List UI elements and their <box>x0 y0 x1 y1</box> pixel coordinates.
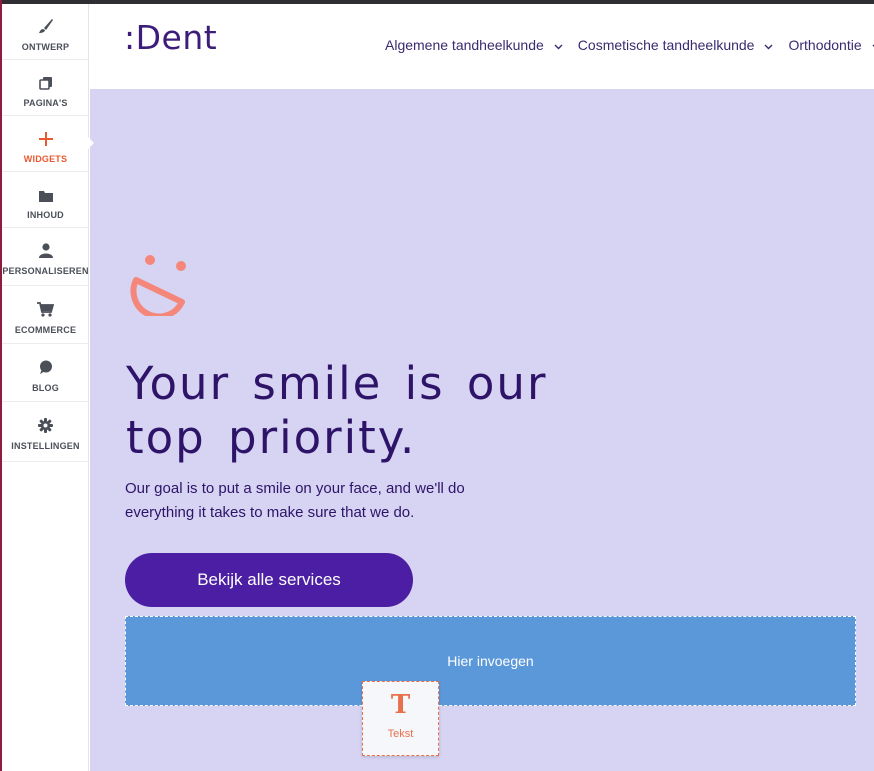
sidebar-item-paginas[interactable]: PAGINA'S <box>2 60 89 116</box>
hero-subtext: Our goal is to put a smile on your face,… <box>125 480 465 521</box>
text-widget-label: Tekst <box>387 728 414 740</box>
editor-sidebar: ONTWERP PAGINA'S WIDGETS INHOUD PERSONAL… <box>2 4 89 771</box>
sidebar-item-ecommerce[interactable]: ECOMMERCE <box>2 286 89 344</box>
sidebar-item-label: PAGINA'S <box>23 98 68 108</box>
sidebar-item-label: INHOUD <box>27 210 64 220</box>
sidebar-item-widgets[interactable]: WIDGETS <box>2 116 89 172</box>
sidebar-item-label: ECOMMERCE <box>14 325 77 335</box>
hero-headline: Your smile is our top priority. <box>126 357 548 464</box>
person-icon <box>38 236 53 258</box>
active-indicator-arrow <box>86 135 94 151</box>
sidebar-item-blog[interactable]: BLOG <box>2 344 89 402</box>
gear-icon <box>38 411 53 433</box>
brush-icon <box>38 12 54 34</box>
view-services-button[interactable]: Bekijk alle services <box>125 553 413 607</box>
chevron-down-icon <box>554 37 563 53</box>
folder-icon <box>38 180 53 202</box>
sidebar-item-label: INSTELLINGEN <box>11 441 80 451</box>
insert-drop-zone[interactable]: Hier invoegen <box>125 616 856 706</box>
chevron-down-icon <box>764 37 773 53</box>
nav-item-label: Algemene tandheelkunde <box>385 37 544 53</box>
sidebar-item-ontwerp[interactable]: ONTWERP <box>2 4 89 60</box>
site-header: :Dent Algemene tandheelkunde Cosmetische… <box>90 4 874 89</box>
chat-bubble-icon <box>38 353 53 375</box>
nav-item-label: Orthodontie <box>788 37 862 53</box>
site-nav: Algemene tandheelkunde Cosmetische tandh… <box>385 37 874 53</box>
nav-item-algemene-tandheelkunde[interactable]: Algemene tandheelkunde <box>385 37 563 53</box>
plus-icon <box>38 124 53 146</box>
drop-zone-label: Hier invoegen <box>447 653 534 669</box>
cart-icon <box>37 295 54 317</box>
sidebar-item-label: PERSONALISEREN <box>2 266 89 276</box>
text-widget-icon: T <box>390 690 411 720</box>
sidebar-item-inhoud[interactable]: INHOUD <box>2 172 89 228</box>
site-logo[interactable]: :Dent <box>124 18 217 57</box>
pages-icon <box>38 68 53 90</box>
sidebar-item-label: WIDGETS <box>23 154 68 164</box>
sidebar-item-personaliseren[interactable]: PERSONALISEREN <box>2 228 89 286</box>
nav-item-label: Cosmetische tandheelkunde <box>577 37 755 53</box>
dragged-text-widget[interactable]: T Tekst <box>362 681 439 756</box>
sidebar-item-label: BLOG <box>32 383 59 393</box>
hero-section: Your smile is our top priority. Our goal… <box>90 89 874 771</box>
sidebar-item-label: ONTWERP <box>21 42 70 52</box>
sidebar-item-instellingen[interactable]: INSTELLINGEN <box>2 402 89 462</box>
smile-logo-icon <box>130 255 186 316</box>
nav-item-orthodontie[interactable]: Orthodontie <box>788 37 874 53</box>
nav-item-cosmetische-tandheelkunde[interactable]: Cosmetische tandheelkunde <box>578 37 774 53</box>
